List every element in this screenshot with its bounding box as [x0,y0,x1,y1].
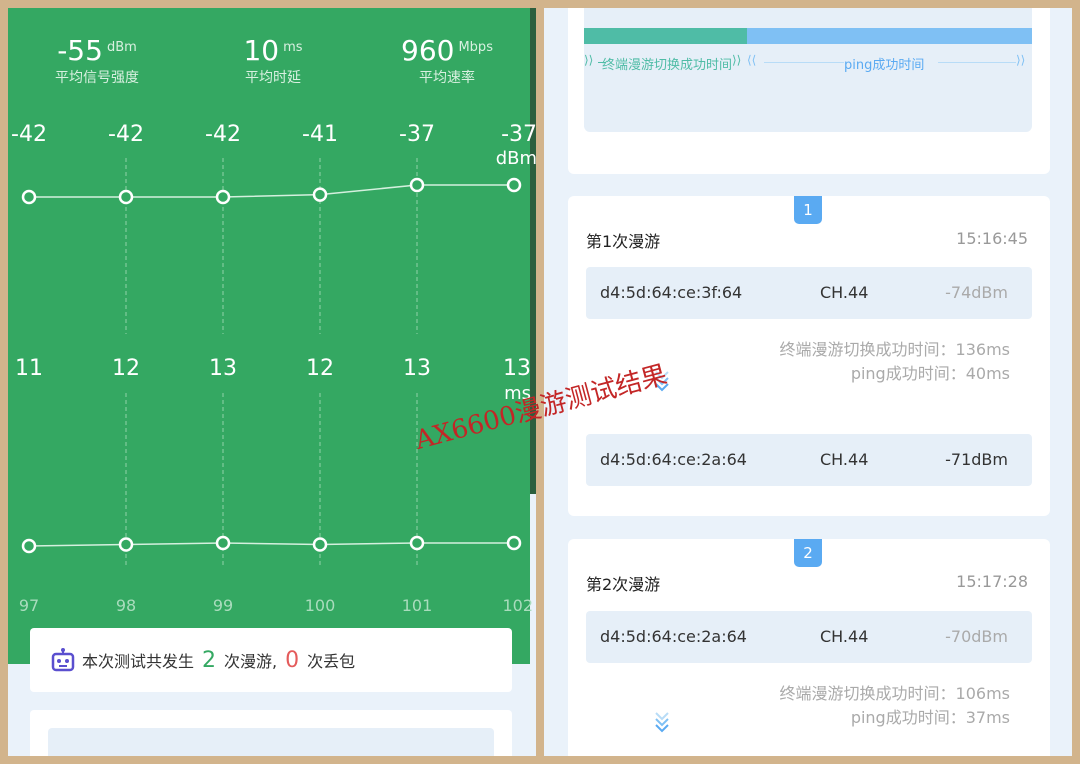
roam-title: 第2次漫游 [586,575,661,594]
roam-index-badge: 2 [794,539,822,567]
ap-channel: CH.44 [820,283,869,302]
x-tick-label: 97 [18,596,40,615]
switch-time-bar [584,28,747,44]
signal-point [409,177,425,193]
latency-line [28,542,514,547]
signal-point [215,189,231,205]
switch-arrow-right-icon: ⟩⟩ [732,53,742,67]
summary-prefix: 本次测试共发生 [82,652,195,671]
signal-unit-label: dBm [495,148,536,169]
signal-value-label: -41 [302,122,338,147]
ap-row-to: d4:5d:64:ce:2a:64 CH.44 -71dBm [586,434,1032,486]
ap-mac: d4:5d:64:ce:3f:64 [600,283,743,302]
roam-time: 15:17:28 [956,572,1028,591]
ping-time-bar [747,28,1032,44]
ping-time-legend-label: ping成功时间 [844,58,925,73]
roam-timing-info: 终端漫游切换成功时间：106ms ping成功时间：37ms [780,682,1010,730]
ping-line-left [764,62,844,63]
latency-value-label: 13 [209,356,237,381]
latency-value-label: 11 [15,356,43,381]
latency-point [21,538,37,554]
latency-value-label: 13 [503,356,531,381]
x-tick-label: 99 [212,596,234,615]
latency-value-label: 12 [306,356,334,381]
signal-value-label: -42 [11,122,47,147]
latency-point [312,537,328,552]
ping-arrow-left-icon: ⟨⟨ [747,53,757,67]
signal-point [118,189,134,205]
switch-time-text: 终端漫游切换成功时间：106ms [779,684,1010,703]
loss-count: 0 [285,647,300,673]
ap-signal: -70dBm [945,627,1008,646]
robot-icon [51,648,75,672]
latency-value-label: 13 [403,356,431,381]
switch-arrow-left-icon: ⟩⟩ [584,53,594,67]
latency-point [118,537,134,552]
signal-value-label: -42 [205,122,241,147]
ap-mac: d4:5d:64:ce:2a:64 [600,450,747,469]
roam-timing-info: 终端漫游切换成功时间：136ms ping成功时间：40ms [780,338,1010,386]
ping-time-text: ping成功时间：40ms [850,364,1010,383]
ap-mac: d4:5d:64:ce:2a:64 [600,627,747,646]
timing-legend-card: ⟩⟩ 终端漫游切换成功时间 ⟩⟩ ⟨⟨ ping成功时间 ⟩⟩ [568,8,1050,174]
signal-value-label: -37 [399,122,435,147]
lower-card-inner [48,728,494,756]
test-summary-card: 本次测试共发生 2 次漫游, 0 次丢包 [30,628,512,692]
latency-value-label: 12 [112,356,140,381]
ap-channel: CH.44 [820,627,869,646]
latency-point [409,535,425,551]
signal-value-label: -37 [501,122,536,147]
ping-line-right [938,62,1016,63]
signal-line [29,184,514,198]
x-tick-label: 98 [115,596,137,615]
roaming-chart-panel: -55 dBm 平均信号强度 10 ms 平均时延 960 Mbps 平均速率 -42… [8,8,536,756]
roaming-line-chart [21,158,522,568]
ping-time-text: ping成功时间：37ms [850,708,1010,727]
ap-row-from: d4:5d:64:ce:2a:64 CH.44 -70dBm [586,611,1032,663]
switch-time-legend-label: 终端漫游切换成功时间 [602,58,733,73]
x-tick-label: 101 [401,596,433,615]
signal-point [21,189,37,205]
ap-signal: -71dBm [945,450,1008,469]
ping-arrow-right-icon: ⟩⟩ [1016,53,1026,67]
x-tick-label: 102 [502,596,533,615]
ap-signal: -74dBm [945,283,1008,302]
roam-card: 2 第2次漫游 15:17:28 d4:5d:64:ce:2a:64 CH.44… [568,539,1050,756]
roam-card: 1 第1次漫游 15:16:45 d4:5d:64:ce:3f:64 CH.44… [568,196,1050,516]
timing-legend: ⟩⟩ 终端漫游切换成功时间 ⟩⟩ ⟨⟨ ping成功时间 ⟩⟩ [584,8,1032,132]
signal-value-label: -42 [108,122,144,147]
roam-time: 15:16:45 [956,229,1028,248]
latency-point [506,535,522,551]
roam-index-badge: 1 [794,196,822,224]
roam-label: 次漫游, [224,652,278,671]
signal-point [312,187,328,202]
roam-title: 第1次漫游 [586,232,661,251]
ap-channel: CH.44 [820,450,869,469]
signal-point [506,177,522,193]
x-tick-label: 100 [304,596,336,615]
loss-label: 次丢包 [307,652,356,671]
latency-point [215,535,231,551]
double-chevron-down-icon [655,712,669,733]
switch-time-text: 终端漫游切换成功时间：136ms [779,340,1010,359]
roam-count: 2 [202,647,217,673]
ap-row-from: d4:5d:64:ce:3f:64 CH.44 -74dBm [586,267,1032,319]
lower-card [30,710,512,756]
